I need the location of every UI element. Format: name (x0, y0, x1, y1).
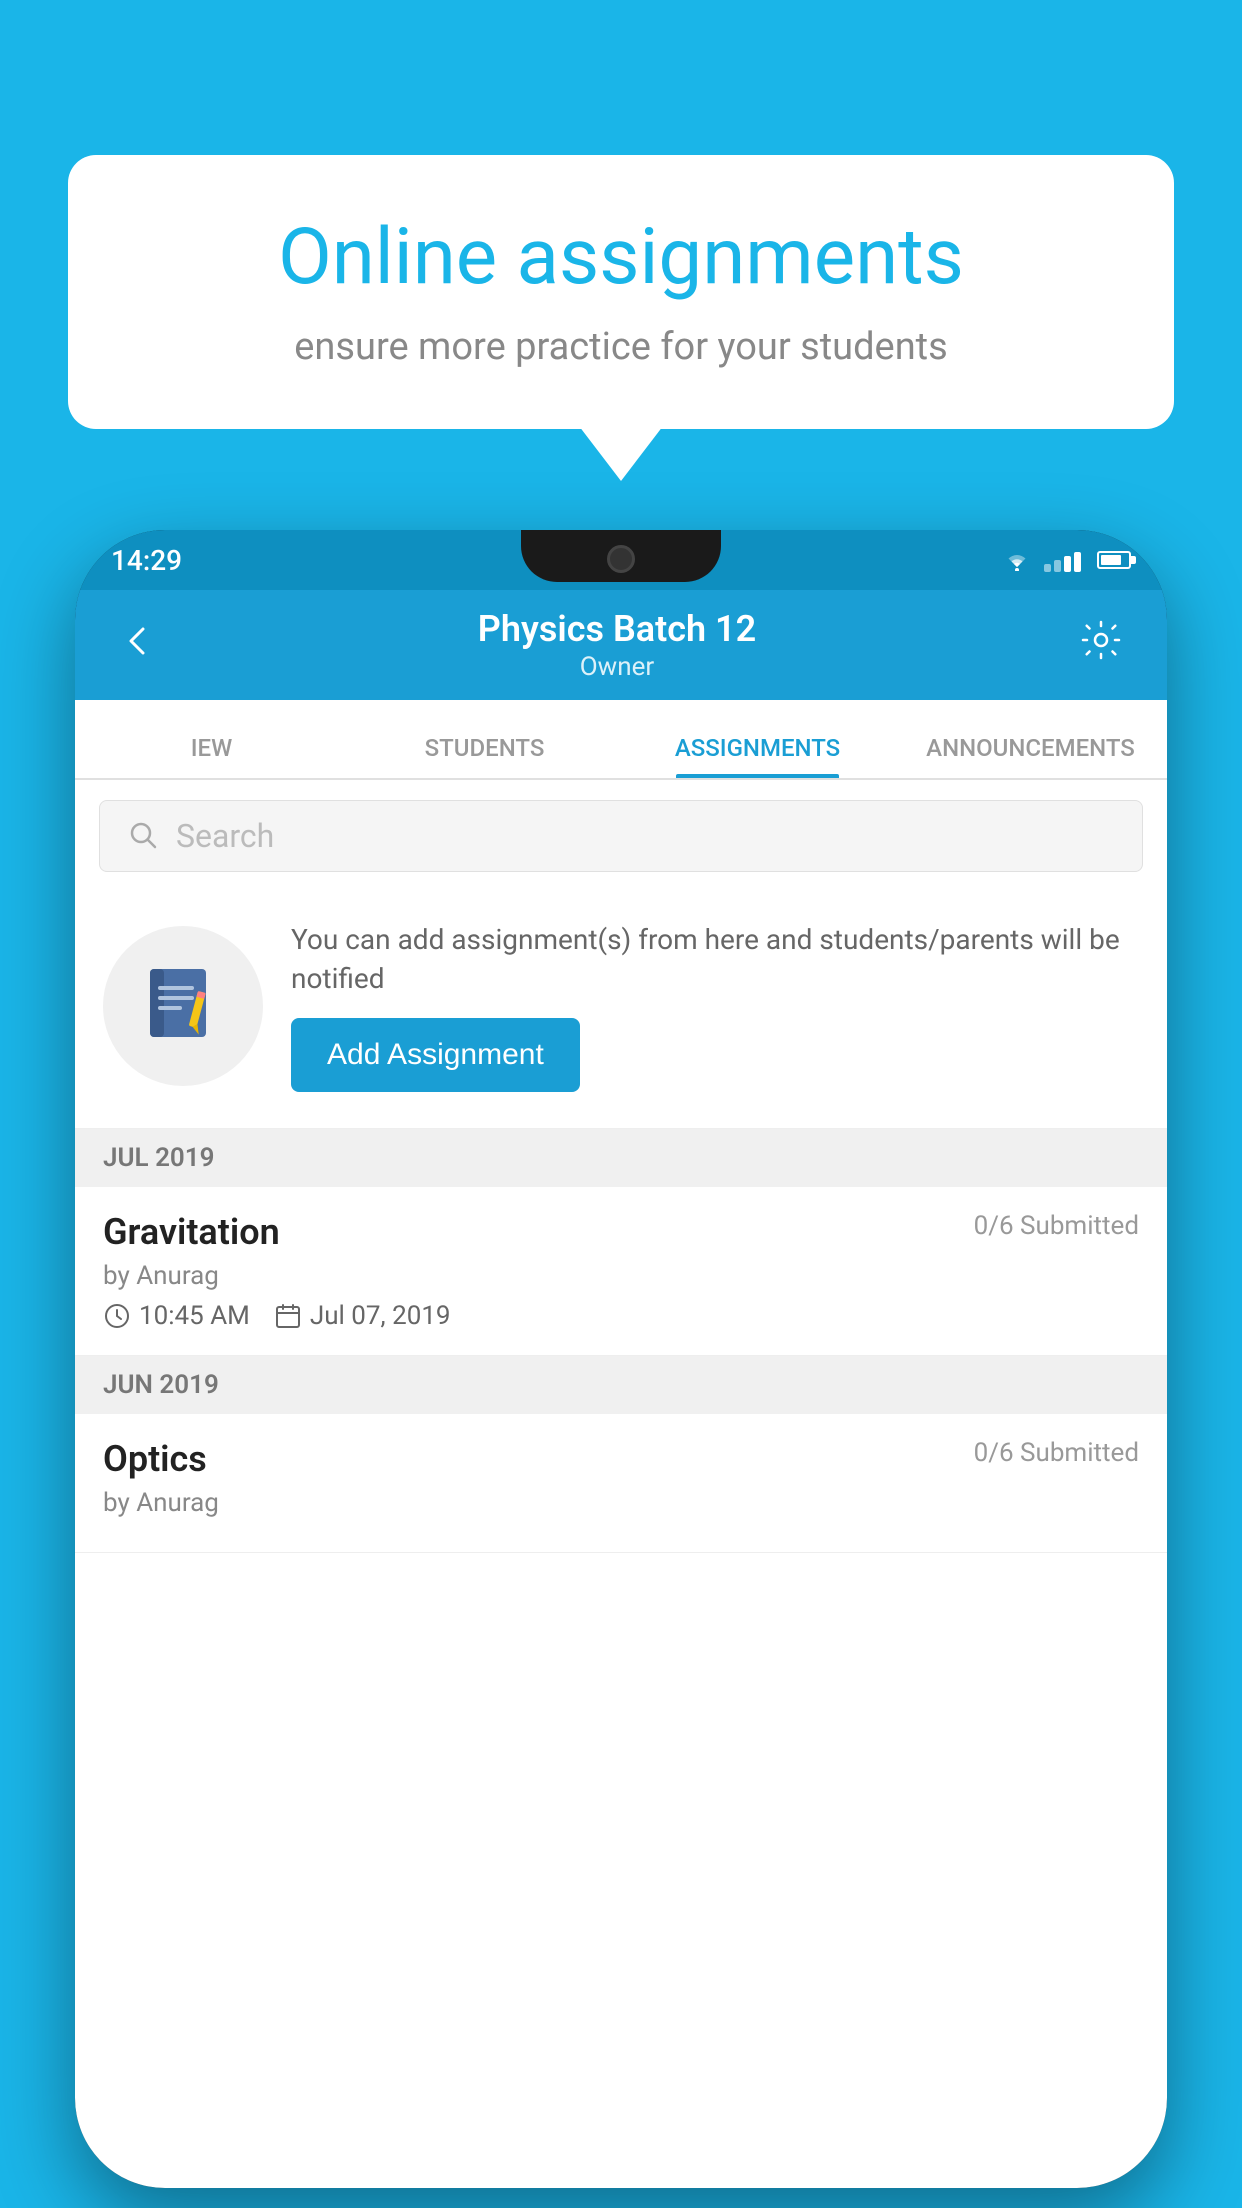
app-bar: Physics Batch 12 Owner (75, 590, 1167, 700)
status-icons (1002, 548, 1131, 572)
assignment-by: by Anurag (103, 1261, 1139, 1291)
app-bar-title: Physics Batch 12 (163, 608, 1071, 650)
calendar-icon (274, 1302, 302, 1330)
assignment-meta: 10:45 AM Jul 07, 2019 (103, 1301, 1139, 1331)
tabs-bar: IEW STUDENTS ASSIGNMENTS ANNOUNCEMENTS (75, 700, 1167, 780)
info-card: You can add assignment(s) from here and … (75, 892, 1167, 1129)
battery-icon (1097, 551, 1131, 569)
date-meta: Jul 07, 2019 (274, 1301, 451, 1331)
section-header-jun2019: JUN 2019 (75, 1356, 1167, 1414)
add-assignment-button[interactable]: Add Assignment (291, 1018, 580, 1092)
clock-icon (103, 1302, 131, 1330)
assignment-icon-circle (103, 926, 263, 1086)
tab-students[interactable]: STUDENTS (348, 734, 621, 778)
submitted-badge-optics: 0/6 Submitted (974, 1438, 1139, 1468)
wifi-icon (1002, 549, 1032, 571)
assignment-title: Gravitation (103, 1211, 280, 1253)
search-bar[interactable]: Search (99, 800, 1143, 872)
signal-icon (1044, 548, 1081, 572)
status-time: 14:29 (111, 544, 182, 577)
tab-assignments[interactable]: ASSIGNMENTS (621, 734, 894, 778)
info-text: You can add assignment(s) from here and … (291, 920, 1139, 1092)
section-header-jul2019: JUL 2019 (75, 1129, 1167, 1187)
notebook-icon (138, 961, 228, 1051)
search-icon (128, 820, 160, 852)
bubble-subtitle: ensure more practice for your students (138, 325, 1104, 369)
phone-frame: 14:29 (75, 530, 1167, 2188)
tab-announcements[interactable]: ANNOUNCEMENTS (894, 734, 1167, 778)
assignment-top: Gravitation 0/6 Submitted (103, 1211, 1139, 1253)
app-bar-subtitle: Owner (163, 652, 1071, 682)
speech-bubble: Online assignments ensure more practice … (68, 155, 1174, 429)
front-camera (607, 545, 635, 573)
phone-notch (521, 530, 721, 582)
info-description: You can add assignment(s) from here and … (291, 920, 1139, 998)
assignment-time: 10:45 AM (139, 1301, 250, 1331)
assignment-date: Jul 07, 2019 (310, 1301, 451, 1331)
back-button[interactable] (111, 613, 163, 678)
assignment-item-gravitation[interactable]: Gravitation 0/6 Submitted by Anurag 10:4… (75, 1187, 1167, 1356)
search-placeholder: Search (176, 817, 274, 855)
assignment-item-optics[interactable]: Optics 0/6 Submitted by Anurag (75, 1414, 1167, 1553)
assignment-top-optics: Optics 0/6 Submitted (103, 1438, 1139, 1480)
app-bar-center: Physics Batch 12 Owner (163, 608, 1071, 682)
submitted-badge: 0/6 Submitted (974, 1211, 1139, 1241)
assignment-title-optics: Optics (103, 1438, 207, 1480)
bubble-title: Online assignments (138, 215, 1104, 301)
settings-button[interactable] (1071, 610, 1131, 680)
assignment-by-optics: by Anurag (103, 1488, 1139, 1518)
tab-iew[interactable]: IEW (75, 734, 348, 778)
phone-content: Search You can add assignment (75, 780, 1167, 2188)
time-meta: 10:45 AM (103, 1301, 250, 1331)
